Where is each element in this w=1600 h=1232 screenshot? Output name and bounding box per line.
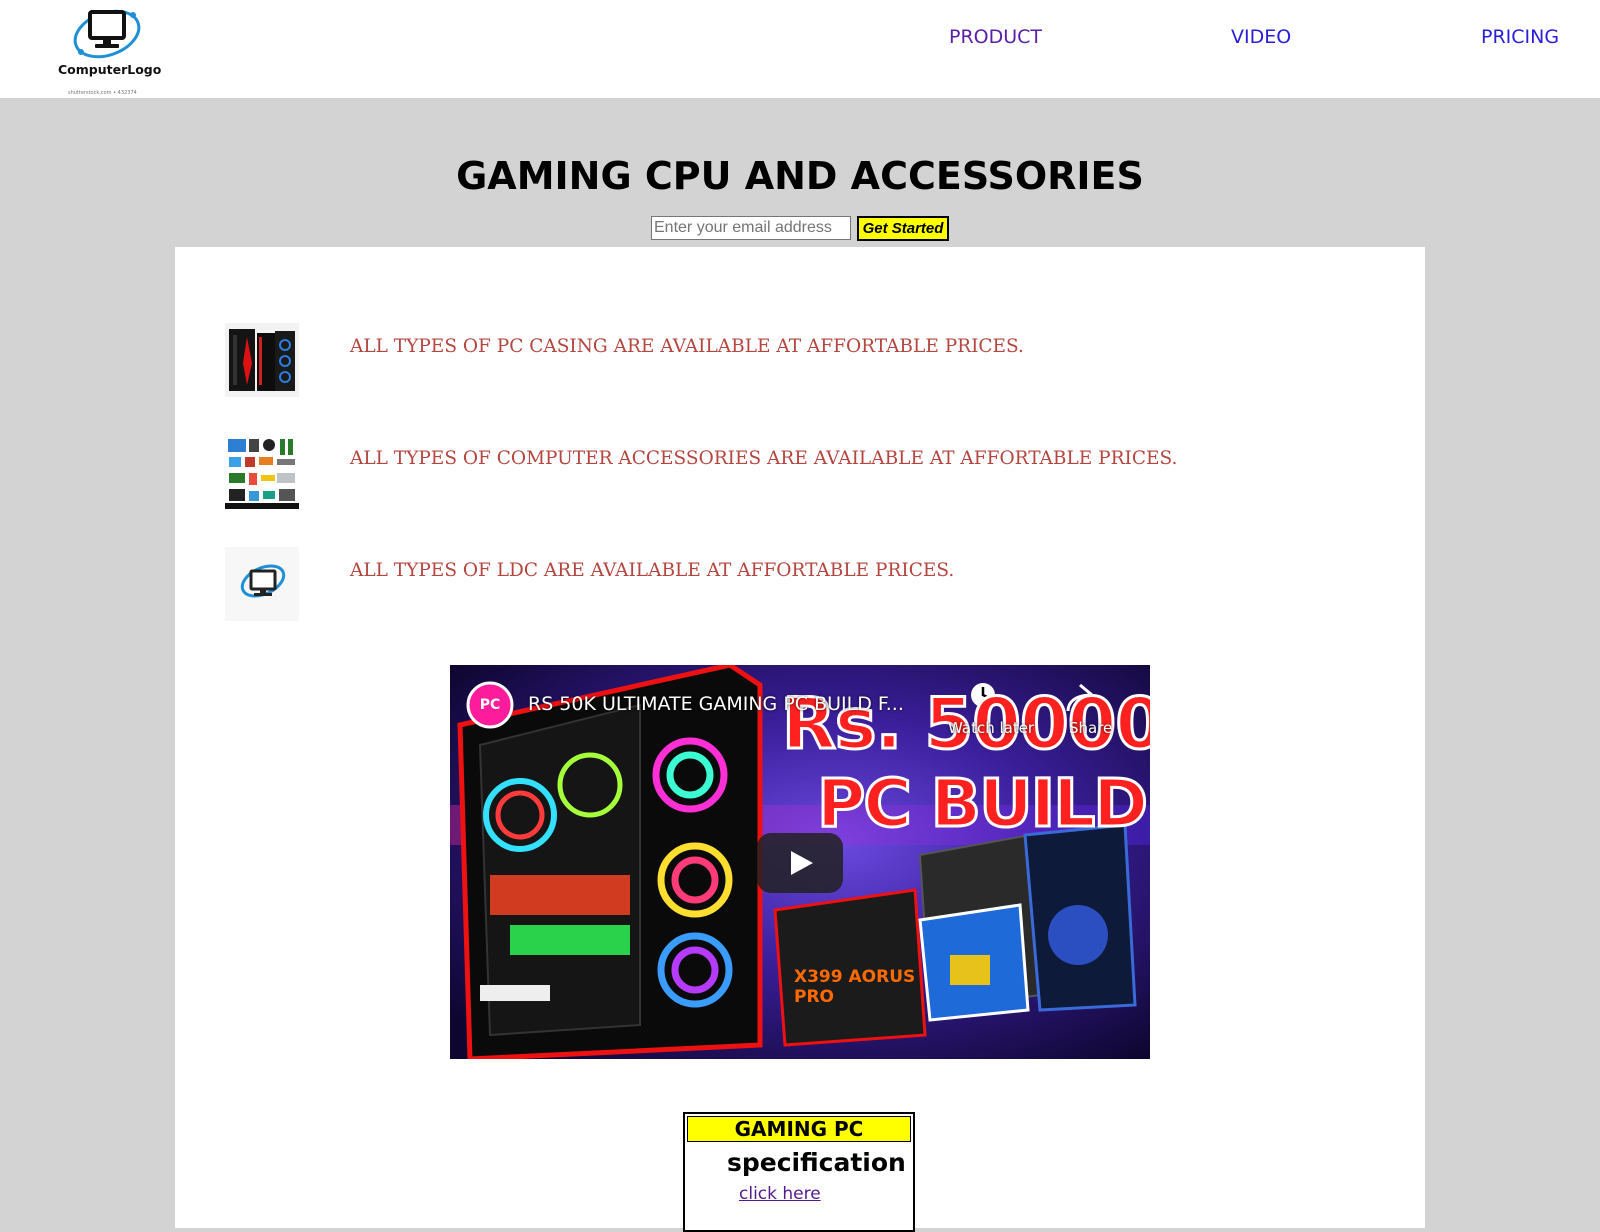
site-logo[interactable]: ComputerLogo shutterstock.com • 432374: [56, 6, 162, 96]
feature-row-accessories: ALL TYPES OF COMPUTER ACCESSORIES ARE AV…: [175, 435, 1425, 511]
channel-badge-text: PC: [479, 697, 501, 713]
play-icon: [791, 851, 813, 875]
feature-text-accessories: ALL TYPES OF COMPUTER ACCESSORIES ARE AV…: [350, 448, 1178, 469]
monitor-icon: [225, 547, 299, 621]
feature-row-ldc: ALL TYPES OF LDC ARE AVAILABLE AT AFFORT…: [175, 547, 1425, 623]
video-thumb-text-build: PC BUILD: [815, 764, 1149, 844]
spec-card: GAMING PC specification click here: [683, 1112, 915, 1232]
share-button[interactable]: Share: [1069, 719, 1112, 737]
video-thumb-board-line1: X399 AORUS: [794, 967, 916, 987]
spec-click-here-link[interactable]: click here: [739, 1184, 821, 1204]
feature-text-ldc: ALL TYPES OF LDC ARE AVAILABLE AT AFFORT…: [350, 560, 955, 581]
spec-card-header: GAMING PC: [687, 1116, 911, 1142]
nav-link-product[interactable]: PRODUCT: [949, 26, 1042, 48]
feature-row-casing: ALL TYPES OF PC CASING ARE AVAILABLE AT …: [175, 323, 1425, 399]
main-content: ALL TYPES OF PC CASING ARE AVAILABLE AT …: [175, 247, 1425, 1232]
video-thumb-board-line2: PRO: [794, 987, 835, 1007]
pc-case-icon: [225, 323, 299, 397]
get-started-button[interactable]: Get Started: [857, 216, 949, 241]
page-title: GAMING CPU AND ACCESSORIES: [456, 154, 1144, 198]
nav-link-pricing[interactable]: PRICING: [1481, 26, 1559, 48]
channel-avatar[interactable]: PC: [468, 683, 512, 727]
video-player[interactable]: Rs. 50000 PC BUILD X399 AORUS PRO PC RS …: [450, 665, 1150, 1059]
watch-later-button[interactable]: Watch later: [948, 719, 1034, 737]
computer-logo-icon: [73, 9, 141, 59]
video-title[interactable]: RS 50K ULTIMATE GAMING PC BUILD F...: [528, 693, 904, 715]
feature-text-casing: ALL TYPES OF PC CASING ARE AVAILABLE AT …: [350, 336, 1024, 357]
accessories-icon: [225, 435, 299, 509]
spec-card-subtitle: specification: [727, 1148, 906, 1177]
play-button[interactable]: [757, 833, 843, 893]
logo-text: ComputerLogo: [58, 62, 162, 77]
nav-link-video[interactable]: VIDEO: [1231, 26, 1291, 48]
site-header: ComputerLogo shutterstock.com • 432374 P…: [0, 0, 1600, 98]
logo-fine-print: shutterstock.com • 432374: [68, 90, 137, 96]
email-input[interactable]: [651, 216, 851, 240]
